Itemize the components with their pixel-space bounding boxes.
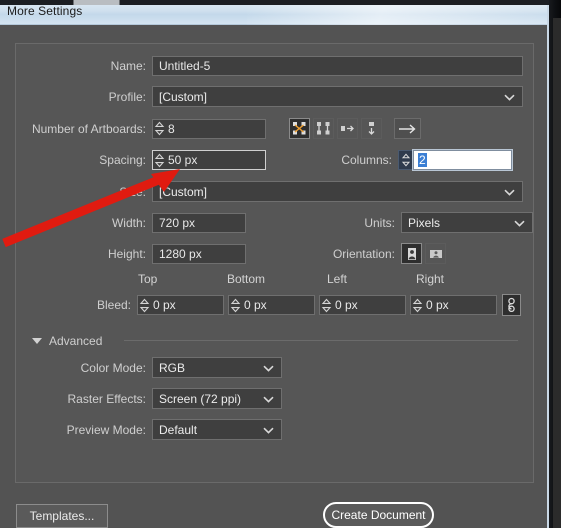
bleed-top-value: 0 px: [153, 298, 176, 312]
advanced-label: Advanced: [49, 334, 103, 348]
artboards-field-group: 8: [152, 118, 266, 139]
row-preview-mode: Preview Mode: Default: [16, 419, 535, 440]
size-value: [Custom]: [159, 184, 208, 199]
name-input[interactable]: Untitled-5: [152, 56, 523, 76]
color-mode-select[interactable]: RGB: [152, 357, 282, 378]
row-profile: Profile: [Custom]: [16, 86, 535, 107]
advanced-section-header[interactable]: Advanced: [32, 334, 102, 348]
orientation-portrait-icon[interactable]: [401, 243, 422, 264]
units-select[interactable]: Pixels: [401, 212, 533, 233]
more-settings-dialog: More Settings Name: Untitled-5 Profile: …: [0, 0, 549, 528]
screen-root: More Settings Name: Untitled-5 Profile: …: [0, 0, 561, 528]
bleed-left-input[interactable]: 0 px: [319, 295, 406, 315]
raster-effects-label: Raster Effects:: [67, 391, 146, 406]
profile-select[interactable]: [Custom]: [152, 86, 523, 107]
bleed-header-right: Right: [416, 272, 445, 286]
units-label: Units:: [364, 215, 395, 230]
bleed-label: Bleed:: [96, 298, 131, 312]
artboards-label: Number of Artboards:: [31, 121, 146, 136]
chevron-down-icon: [32, 338, 42, 344]
row-height-orientation: Height: 1280 px Orientation:: [16, 243, 535, 264]
artboards-input[interactable]: 8: [152, 118, 266, 139]
chevron-down-icon: [263, 423, 274, 437]
artboards-value: 8: [168, 121, 175, 136]
columns-input[interactable]: 2: [412, 149, 513, 171]
templates-button[interactable]: Templates...: [16, 504, 108, 528]
right-to-left-arrow-icon[interactable]: [394, 118, 421, 139]
bleed-right-stepper[interactable]: [411, 295, 424, 315]
dialog-body: Name: Untitled-5 Profile: [Custom] Numbe…: [0, 25, 547, 528]
settings-panel: Name: Untitled-5 Profile: [Custom] Numbe…: [15, 43, 534, 483]
bleed-right-input[interactable]: 0 px: [410, 295, 497, 315]
bleed-header-left: Left: [327, 272, 348, 286]
titlebar-top-strip-right: [120, 0, 549, 5]
bleed-header-top: Top: [138, 272, 158, 286]
bleed-right-value: 0 px: [426, 298, 449, 312]
orientation-label: Orientation:: [332, 246, 395, 261]
size-select[interactable]: [Custom]: [152, 181, 523, 202]
height-input[interactable]: 1280 px: [152, 243, 246, 264]
bleed-bottom-value: 0 px: [244, 298, 267, 312]
arrange-by-row-icon[interactable]: [337, 118, 358, 139]
bleed-column-headers: Top Bottom Left Right: [16, 272, 535, 294]
grid-by-column-icon[interactable]: [313, 118, 334, 139]
raster-effects-select[interactable]: Screen (72 ppi): [152, 388, 282, 409]
columns-field-group[interactable]: 2: [398, 149, 513, 171]
artboard-layout-buttons: [289, 118, 421, 139]
name-label: Name:: [110, 59, 146, 73]
row-bleed: Bleed: 0 px 0 px 0 px 0 px: [16, 294, 535, 316]
create-document-button[interactable]: Create Document: [323, 502, 434, 528]
row-size: Size: [Custom]: [16, 181, 535, 202]
width-label: Width:: [111, 215, 146, 230]
row-width-units: Width: 720 px Units: Pixels: [16, 212, 535, 233]
artboards-stepper[interactable]: [153, 119, 166, 139]
preview-mode-label: Preview Mode:: [66, 422, 146, 437]
chain-link-icon[interactable]: [502, 294, 521, 316]
row-name: Name: Untitled-5: [16, 56, 535, 76]
app-backdrop-strip: [553, 18, 561, 528]
orientation-buttons: [401, 243, 446, 264]
profile-value: [Custom]: [159, 89, 208, 104]
spacing-stepper[interactable]: [153, 150, 166, 170]
spacing-input[interactable]: 50 px: [152, 150, 266, 170]
color-mode-label: Color Mode:: [80, 360, 146, 375]
row-raster-effects: Raster Effects: Screen (72 ppi): [16, 388, 535, 409]
raster-effects-value: Screen (72 ppi): [159, 391, 242, 406]
size-label: Size:: [119, 184, 146, 199]
color-mode-value: RGB: [159, 360, 186, 375]
height-label: Height:: [107, 246, 146, 261]
arrange-by-column-icon[interactable]: [361, 118, 382, 139]
width-input[interactable]: 720 px: [152, 212, 246, 233]
bleed-header-bottom: Bottom: [227, 272, 266, 286]
row-color-mode: Color Mode: RGB: [16, 357, 535, 378]
units-value: Pixels: [408, 215, 441, 230]
bleed-left-value: 0 px: [335, 298, 358, 312]
preview-mode-value: Default: [159, 422, 198, 437]
row-spacing-columns: Spacing: 50 px Columns: 2: [16, 149, 535, 171]
chevron-down-icon: [504, 185, 515, 199]
orientation-landscape-icon[interactable]: [425, 243, 446, 264]
bleed-bottom-input[interactable]: 0 px: [228, 295, 315, 315]
grid-by-row-icon[interactable]: [289, 118, 310, 139]
bleed-top-input[interactable]: 0 px: [137, 295, 224, 315]
chevron-down-icon: [514, 216, 525, 230]
dialog-titlebar[interactable]: More Settings: [0, 0, 549, 25]
spacing-label: Spacing:: [99, 153, 146, 167]
profile-label: Profile:: [108, 89, 146, 104]
chevron-down-icon: [504, 90, 515, 104]
advanced-divider: [124, 340, 518, 341]
chevron-down-icon: [263, 361, 274, 375]
columns-value: 2: [418, 153, 427, 167]
columns-label: Columns:: [341, 153, 392, 167]
bleed-top-stepper[interactable]: [138, 295, 151, 315]
preview-mode-select[interactable]: Default: [152, 419, 282, 440]
bleed-left-stepper[interactable]: [320, 295, 333, 315]
row-artboards: Number of Artboards: 8: [16, 118, 535, 139]
bleed-bottom-stepper[interactable]: [229, 295, 242, 315]
spacing-value: 50 px: [168, 153, 198, 167]
dialog-title: More Settings: [7, 4, 83, 18]
columns-stepper[interactable]: [398, 150, 413, 170]
chevron-down-icon: [263, 392, 274, 406]
